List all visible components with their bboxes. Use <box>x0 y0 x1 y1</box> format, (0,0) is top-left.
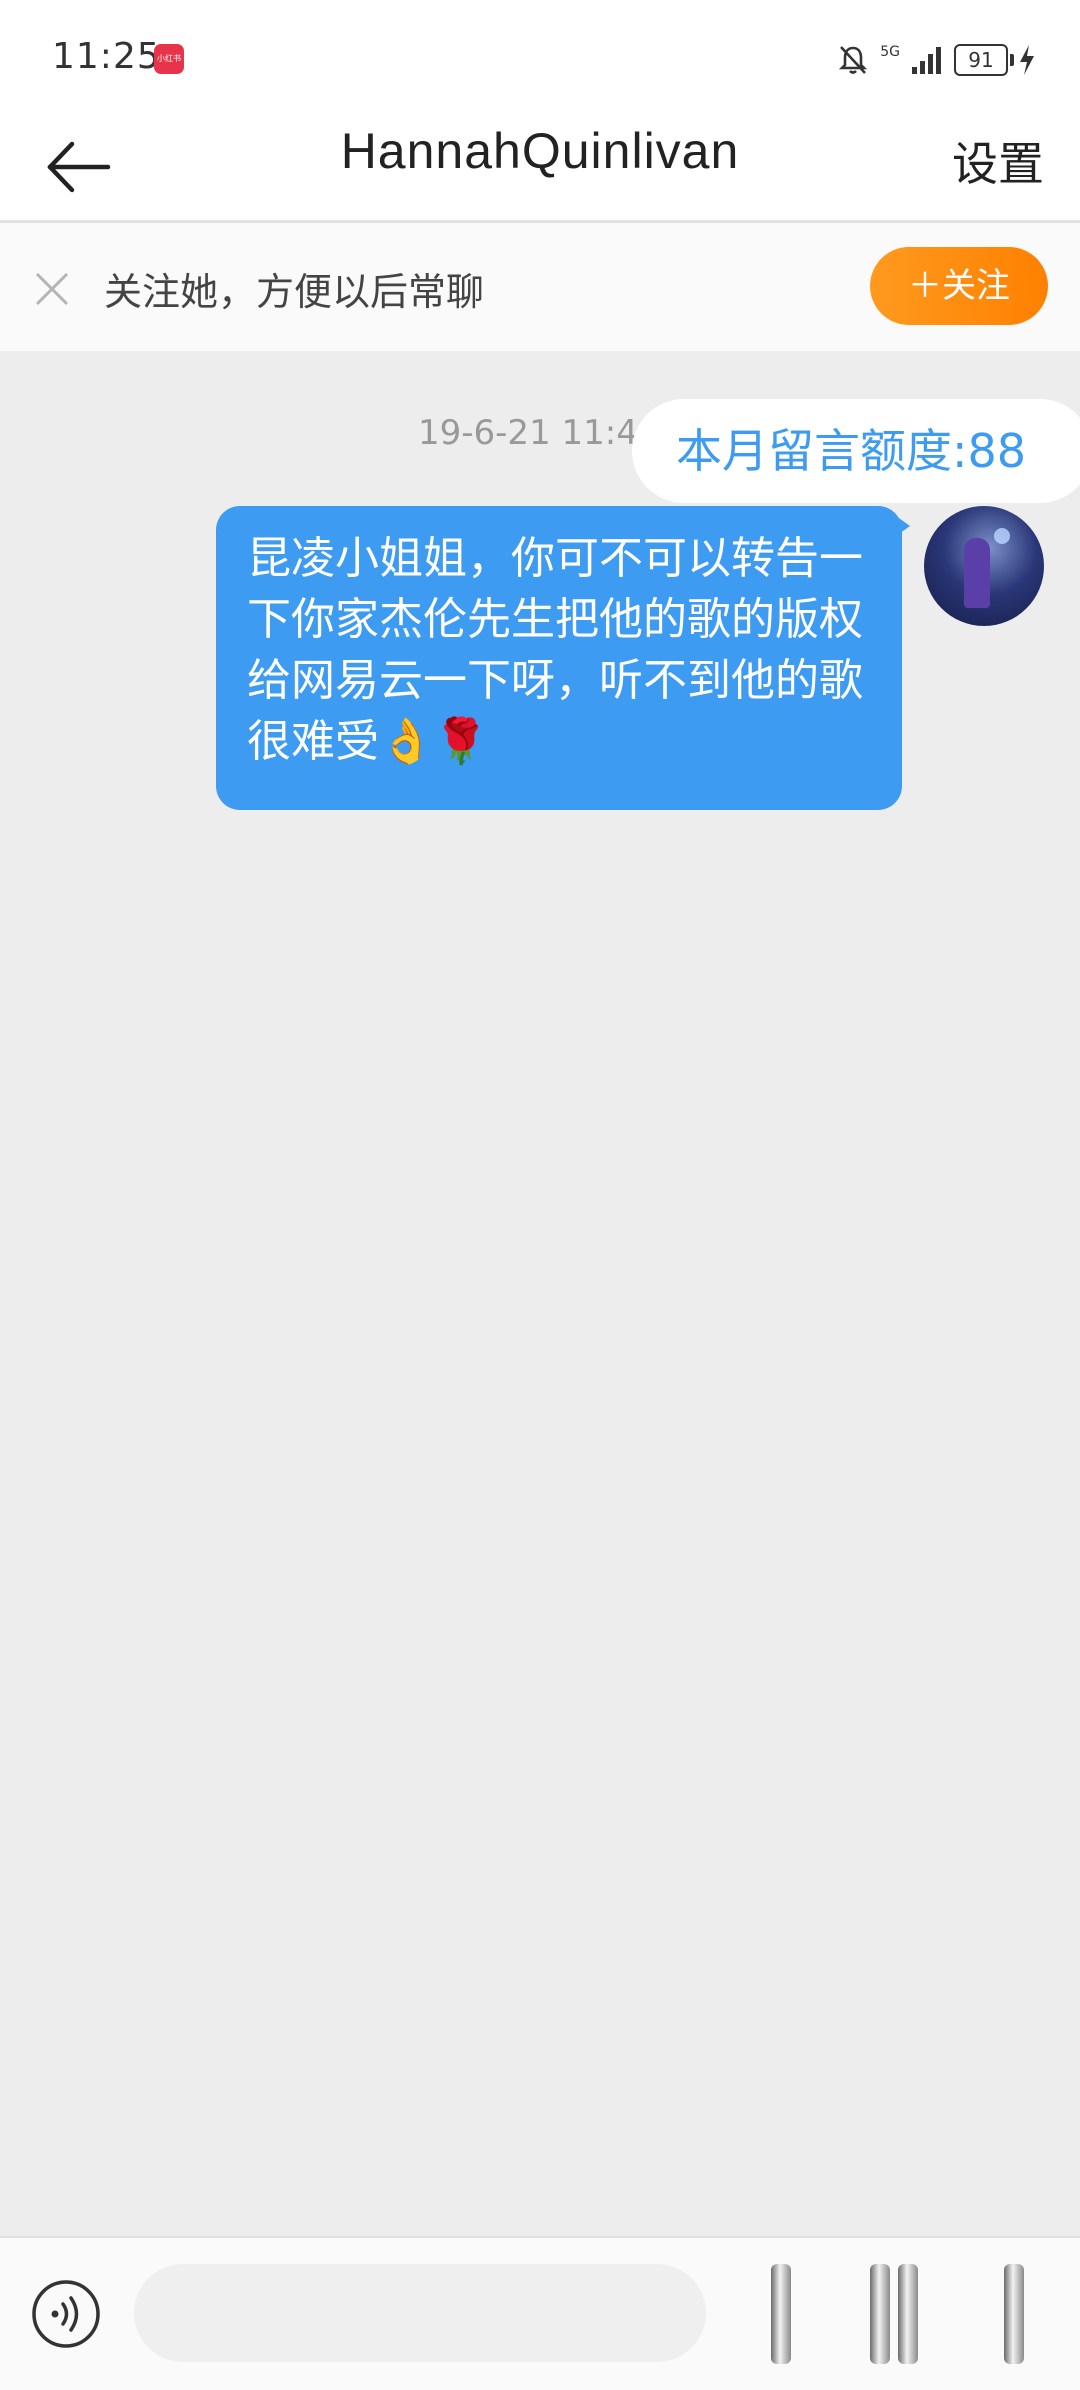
message-input[interactable] <box>134 2264 706 2362</box>
battery-icon: 91 <box>954 44 1014 76</box>
status-time: 11:25 <box>52 36 161 77</box>
voice-icon[interactable] <box>30 2278 102 2350</box>
follow-banner: 关注她，方便以后常聊 ＋关注 <box>0 223 1080 351</box>
toolbar-button-2[interactable] <box>870 2264 918 2364</box>
charging-icon <box>1020 45 1034 75</box>
bell-off-icon <box>839 46 868 74</box>
toolbar-button-3[interactable] <box>990 2264 1038 2364</box>
avatar[interactable] <box>924 506 1044 626</box>
avatar-light <box>994 528 1010 544</box>
toolbar-bar <box>898 2264 918 2364</box>
follow-button[interactable]: ＋关注 <box>870 247 1048 325</box>
chat-header: HannahQuinlivan 设置 <box>0 110 1080 223</box>
status-bar: 11:25 小红书 5G 91 <box>0 0 1080 110</box>
page-title: HannahQuinlivan <box>340 123 740 179</box>
bubble-tail <box>896 516 910 536</box>
toolbar-button-1[interactable] <box>757 2264 805 2364</box>
status-indicators: 5G 91 <box>836 40 1036 80</box>
avatar-figure <box>964 538 990 608</box>
signal-icon <box>912 47 941 74</box>
settings-button[interactable]: 设置 <box>952 128 1044 194</box>
toolbar-bar <box>771 2264 791 2364</box>
toolbar-bar <box>870 2264 890 2364</box>
toolbar-bar <box>1004 2264 1024 2364</box>
network-type: 5G <box>880 44 900 60</box>
close-icon[interactable] <box>34 271 70 307</box>
message-timestamp: 19-6-21 11:4 <box>418 413 638 453</box>
sent-message-bubble[interactable]: 昆凌小姐姐，你可不可以转告一下你家杰伦先生把他的歌的版权给网易云一下呀，听不到他… <box>216 506 902 810</box>
follow-prompt-text: 关注她，方便以后常聊 <box>104 270 485 314</box>
app-notification-icon: 小红书 <box>154 44 184 74</box>
message-quota-tip: 本月留言额度:88 <box>632 399 1080 503</box>
message-list[interactable]: 19-6-21 11:4 本月留言额度:88 昆凌小姐姐，你可不可以转告一下你家… <box>0 351 1080 2236</box>
input-bar <box>0 2236 1080 2390</box>
